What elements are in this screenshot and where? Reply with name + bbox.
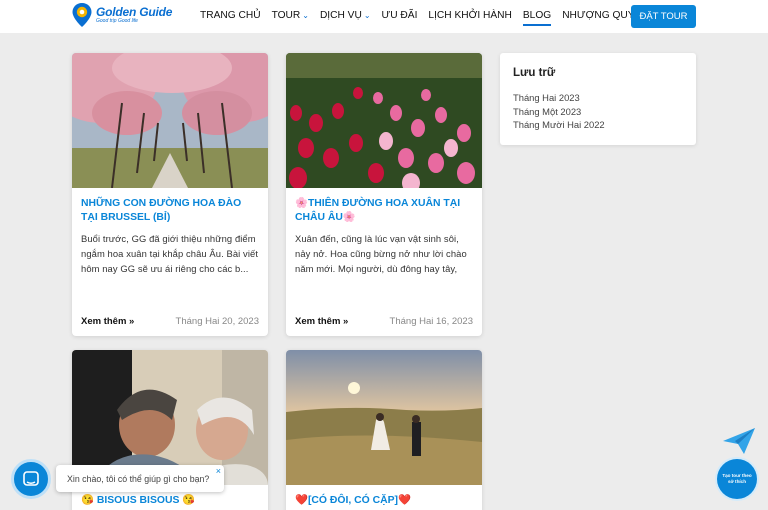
- logo[interactable]: Golden Guide Good trip Good life: [71, 2, 172, 28]
- nav-label: LỊCH KHỞI HÀNH: [428, 10, 512, 21]
- cherry-blossom-image[interactable]: [72, 53, 268, 188]
- nav-item-blog[interactable]: BLOG: [522, 10, 552, 26]
- paper-plane-icon: [723, 428, 755, 454]
- chat-icon: [23, 471, 39, 486]
- nav-label: ƯU ĐÃI: [381, 10, 418, 21]
- main-nav: TRANG CHỦ TOUR ⌄ DỊCH VỤ ⌄ ƯU ĐÃI LỊCH KHỞ…: [200, 10, 660, 26]
- nav-item-schedule[interactable]: LỊCH KHỞI HÀNH: [428, 10, 511, 21]
- chat-button[interactable]: [11, 459, 51, 499]
- blog-card[interactable]: ❤️[CÓ ĐÔI, CÓ CẶP]❤️: [286, 350, 482, 510]
- logo-title: Golden Guide: [96, 5, 173, 19]
- post-date: Tháng Hai 16, 2023: [389, 316, 473, 327]
- archive-item[interactable]: Tháng Hai 2023: [513, 91, 683, 105]
- read-more-link[interactable]: Xem thêm »: [295, 316, 348, 327]
- chat-greeting[interactable]: Xin chào, tôi có thể giúp gì cho bạn? ×: [56, 465, 224, 492]
- post-title[interactable]: 😘 BISOUS BISOUS 😘: [81, 494, 259, 510]
- site-header: Golden Guide Good trip Good life TRANG C…: [0, 0, 768, 33]
- custom-tour-button[interactable]: Tạo tour theo sở thích: [717, 459, 757, 499]
- blog-card[interactable]: 🌸THIÊN ĐƯỜNG HOA XUÂN TẠI CHÂU ÂU🌸 Xuân …: [286, 53, 482, 336]
- read-more-link[interactable]: Xem thêm »: [81, 316, 134, 327]
- post-excerpt: Buổi trước, GG đã giới thiệu những điểm …: [81, 233, 259, 274]
- nav-item-home[interactable]: TRANG CHỦ: [200, 10, 261, 21]
- book-tour-button[interactable]: ĐẶT TOUR: [631, 5, 696, 28]
- nav-item-deals[interactable]: ƯU ĐÃI: [382, 10, 418, 21]
- archive-widget: Lưu trữ Tháng Hai 2023 Tháng Một 2023 Th…: [500, 53, 696, 145]
- post-excerpt: Xuân đến, cũng là lúc vạn vật sinh sôi, …: [295, 233, 467, 274]
- archive-item[interactable]: Tháng Một 2023: [513, 105, 683, 119]
- nav-label: TRANG CHỦ: [200, 10, 261, 21]
- post-title[interactable]: ❤️[CÓ ĐÔI, CÓ CẶP]❤️: [295, 494, 473, 510]
- archive-list: Tháng Hai 2023 Tháng Một 2023 Tháng Mười…: [513, 91, 683, 132]
- nav-item-services[interactable]: DỊCH VỤ ⌄: [320, 10, 371, 21]
- post-title[interactable]: 🌸THIÊN ĐƯỜNG HOA XUÂN TẠI CHÂU ÂU🌸: [295, 197, 473, 225]
- logo-tagline: Good trip Good life: [96, 18, 138, 24]
- location-pin-icon: [72, 3, 92, 27]
- archive-title: Lưu trữ: [513, 67, 556, 79]
- chevron-down-icon: ⌄: [302, 11, 309, 20]
- chat-message: Xin chào, tôi có thể giúp gì cho bạn?: [67, 474, 210, 484]
- nav-label: BLOG: [522, 10, 552, 21]
- post-date: Tháng Hai 20, 2023: [175, 316, 259, 327]
- tulip-field-image[interactable]: [286, 53, 482, 188]
- nav-label: TOUR: [271, 10, 301, 21]
- wedding-sunset-image[interactable]: [286, 350, 482, 485]
- blog-card[interactable]: NHỮNG CON ĐƯỜNG HOA ĐÀO TẠI BRUSSEL (BỈ)…: [72, 53, 268, 336]
- close-icon[interactable]: ×: [216, 466, 221, 476]
- chevron-down-icon: ⌄: [363, 11, 371, 20]
- post-title[interactable]: NHỮNG CON ĐƯỜNG HOA ĐÀO TẠI BRUSSEL (BỈ): [81, 197, 259, 225]
- nav-label: DỊCH VỤ: [319, 10, 362, 21]
- nav-item-tour[interactable]: TOUR ⌄: [272, 10, 309, 21]
- archive-item[interactable]: Tháng Mười Hai 2022: [513, 118, 683, 132]
